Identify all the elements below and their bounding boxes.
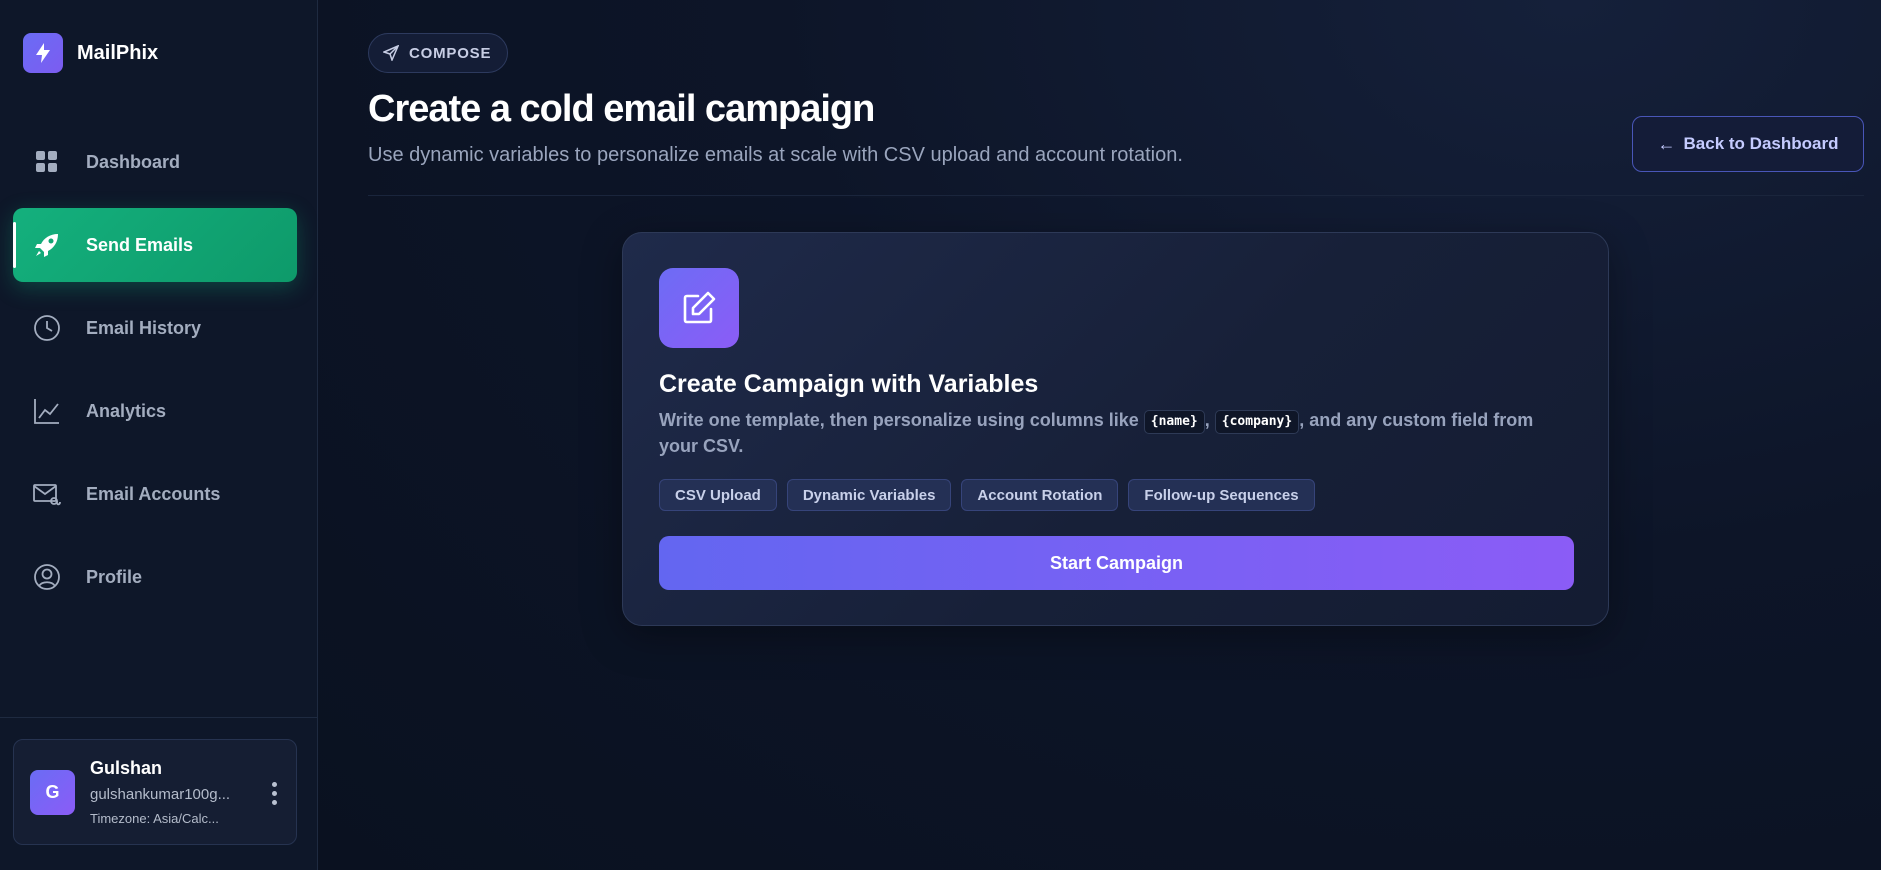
sidebar-item-label: Profile — [86, 566, 143, 587]
header-divider — [368, 195, 1864, 196]
lightning-bolt-icon — [23, 33, 63, 73]
card-title: Create Campaign with Variables — [659, 370, 1039, 398]
mail-at-icon — [33, 480, 61, 508]
user-timezone: Timezone: Asia/Calc... — [90, 811, 219, 826]
sidebar-item-dashboard[interactable]: Dashboard — [13, 125, 297, 199]
tag-follow-up-sequences: Follow-up Sequences — [1128, 479, 1315, 511]
sidebar-item-label: Dashboard — [86, 151, 181, 172]
brand[interactable]: MailPhix — [23, 33, 158, 73]
page-subtitle: Use dynamic variables to personalize ema… — [368, 144, 1183, 166]
app-root: MailPhix Dashboard Send Emails Email His… — [0, 0, 1881, 870]
sidebar-item-label: Email History — [86, 317, 202, 338]
sidebar-item-send-emails[interactable]: Send Emails — [13, 208, 297, 282]
sidebar: MailPhix Dashboard Send Emails Email His… — [0, 0, 318, 870]
user-circle-icon — [33, 563, 61, 591]
line-chart-icon — [33, 397, 61, 425]
page-title: Create a cold email campaign — [368, 88, 875, 130]
sidebar-item-email-history[interactable]: Email History — [13, 291, 297, 365]
variable-name-chip: {name} — [1143, 410, 1205, 434]
brand-name: MailPhix — [77, 41, 159, 64]
user-name: Gulshan — [90, 758, 163, 778]
grid-icon — [33, 148, 61, 176]
send-icon — [383, 45, 399, 61]
main-content: COMPOSE Create a cold email campaign Use… — [318, 0, 1881, 870]
start-campaign-button[interactable]: Start Campaign — [659, 536, 1574, 590]
avatar: G — [30, 770, 75, 815]
arrow-left-icon: ← — [1657, 133, 1676, 154]
campaign-card: Create Campaign with Variables Write one… — [622, 232, 1609, 626]
user-card[interactable]: G Gulshan gulshankumar100g... Timezone: … — [13, 739, 297, 845]
tag-csv-upload: CSV Upload — [659, 479, 777, 511]
card-description: Write one template, then personalize usi… — [659, 408, 1559, 459]
compose-badge-label: COMPOSE — [409, 44, 492, 62]
tag-dynamic-variables: Dynamic Variables — [786, 479, 952, 511]
card-desc-prefix: Write one template, then personalize usi… — [659, 410, 1144, 430]
clock-icon — [33, 314, 61, 342]
variable-company-chip: {company} — [1214, 410, 1300, 434]
feature-tags: CSV Upload Dynamic Variables Account Rot… — [659, 479, 1315, 511]
sidebar-item-label: Analytics — [86, 400, 167, 421]
edit-icon — [659, 268, 739, 348]
card-desc-sep: , — [1204, 410, 1215, 430]
rocket-icon — [33, 231, 61, 259]
sidebar-item-profile[interactable]: Profile — [13, 540, 297, 614]
sidebar-item-label: Email Accounts — [86, 483, 221, 504]
compose-badge: COMPOSE — [368, 33, 508, 73]
back-to-dashboard-button[interactable]: ← Back to Dashboard — [1632, 116, 1864, 172]
sidebar-divider — [0, 717, 318, 718]
sidebar-item-analytics[interactable]: Analytics — [13, 374, 297, 448]
back-button-label: Back to Dashboard — [1683, 134, 1839, 153]
more-options-icon[interactable] — [264, 778, 284, 808]
sidebar-item-label: Send Emails — [86, 234, 194, 255]
user-email: gulshankumar100g... — [90, 786, 231, 803]
sidebar-item-email-accounts[interactable]: Email Accounts — [13, 457, 297, 531]
tag-account-rotation: Account Rotation — [961, 479, 1119, 511]
sidebar-nav: Dashboard Send Emails Email History Anal… — [13, 125, 297, 623]
